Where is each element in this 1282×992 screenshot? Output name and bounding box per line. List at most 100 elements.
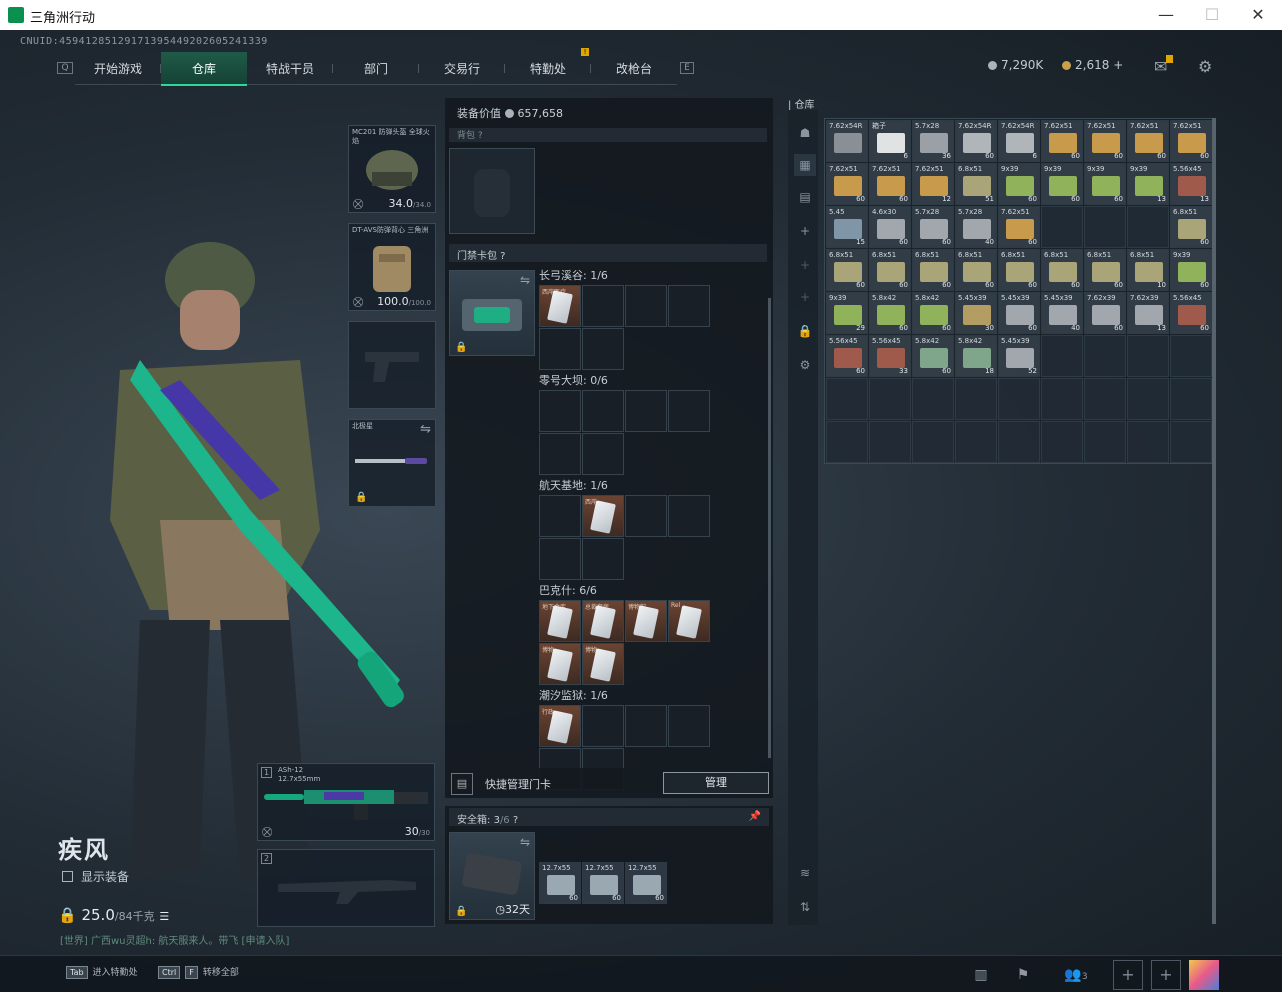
primary-weapon-slot[interactable]: ASh-12 12.7x55mm 1 ⛒ 30/30 [257, 763, 435, 841]
inventory-item[interactable]: 5.45 15 [826, 206, 868, 248]
inventory-item[interactable]: 7.62x39 60 [1084, 292, 1126, 334]
inventory-empty-cell[interactable] [1084, 206, 1126, 248]
add-icon[interactable]: + [794, 254, 816, 276]
inventory-empty-cell[interactable] [826, 378, 868, 420]
armor-slot[interactable]: DT-AVS防弹背心 三角洲 ⛒ 100.0/100.0 [348, 223, 436, 311]
inventory-item[interactable]: 5.45x39 60 [998, 292, 1040, 334]
squad-button[interactable]: 👥3 [1056, 962, 1096, 988]
inventory-empty-cell[interactable] [912, 378, 954, 420]
keycard-slot[interactable] [625, 390, 667, 432]
keycard-slot[interactable]: 总裁套房 [582, 600, 624, 642]
keycard-slot[interactable] [582, 433, 624, 475]
inventory-item[interactable]: 5.45x39 52 [998, 335, 1040, 377]
inventory-empty-cell[interactable] [1127, 206, 1169, 248]
keycard-slot[interactable] [539, 390, 581, 432]
inventory-empty-cell[interactable] [1084, 421, 1126, 463]
manage-button[interactable]: 管理 [663, 772, 769, 794]
gear-icon[interactable]: ⚙ [794, 354, 816, 376]
inventory-empty-cell[interactable] [998, 378, 1040, 420]
secondary-weapon-slot[interactable]: 2 [257, 849, 435, 927]
inventory-item[interactable]: 5.7x28 36 [912, 120, 954, 162]
safe-box-slot[interactable]: ⇋ 🔒 ◷32天 [449, 832, 535, 920]
keycard-slot[interactable] [582, 390, 624, 432]
close-button[interactable]: ✕ [1235, 3, 1281, 27]
inventory-empty-cell[interactable] [826, 421, 868, 463]
inventory-item[interactable]: 9x39 60 [1084, 163, 1126, 205]
inventory-empty-cell[interactable] [1127, 421, 1169, 463]
swap-icon[interactable]: ⇋ [520, 273, 530, 287]
keycard-slot[interactable] [668, 285, 710, 327]
inventory-item[interactable]: 7.62x51 12 [912, 163, 954, 205]
inventory-item[interactable]: 6.8x51 60 [1084, 249, 1126, 291]
nav-next-key[interactable]: E [677, 52, 697, 84]
inventory-item[interactable]: 7.62x51 60 [869, 163, 911, 205]
safe-item[interactable]: 12.7x55 60 [539, 862, 581, 904]
avatar[interactable] [1189, 960, 1219, 990]
inventory-item[interactable]: 6.8x51 60 [955, 249, 997, 291]
inventory-item[interactable]: 7.62x39 13 [1127, 292, 1169, 334]
inventory-empty-cell[interactable] [869, 421, 911, 463]
checkbox-icon[interactable] [62, 871, 73, 882]
melee-slot[interactable]: 北极星 ⇋ 🔒 [348, 419, 436, 507]
keycard-slot[interactable] [582, 285, 624, 327]
tab-special-ops[interactable]: 特勤处! [505, 48, 591, 85]
maximize-button[interactable]: ☐ [1189, 3, 1235, 27]
inventory-item[interactable]: 7.62x51 60 [1084, 120, 1126, 162]
mail-icon[interactable]: ✉ [1154, 55, 1173, 76]
helmet-slot[interactable]: MC201 防弹头盔 全球火焰 ⛒ 34.0/34.0 [348, 125, 436, 213]
inventory-item[interactable]: 7.62x51 60 [1127, 120, 1169, 162]
helmet-filter-icon[interactable]: ☗ [794, 122, 816, 144]
inventory-item[interactable]: 7.62x51 60 [1170, 120, 1212, 162]
stats-icon[interactable]: ▥ [966, 962, 996, 988]
inventory-item[interactable]: 6.8x51 10 [1127, 249, 1169, 291]
keycard-slot[interactable]: 西岸医疗 [539, 285, 581, 327]
safe-item[interactable]: 12.7x55 60 [625, 862, 667, 904]
inventory-item[interactable]: 5.56x45 33 [869, 335, 911, 377]
add-teammate-button[interactable]: + [1151, 960, 1181, 990]
inventory-empty-cell[interactable] [998, 421, 1040, 463]
add-icon[interactable]: + [794, 286, 816, 308]
transfer-all-button[interactable]: Ctrl F 转移全部 [158, 965, 239, 979]
keycard-slot[interactable]: 地下金库 [539, 600, 581, 642]
sort-icon[interactable]: ⇅ [794, 896, 816, 918]
inventory-empty-cell[interactable] [912, 421, 954, 463]
gear-icon[interactable]: ⚙ [1198, 57, 1212, 76]
inventory-empty-cell[interactable] [1041, 378, 1083, 420]
inventory-empty-cell[interactable] [1084, 378, 1126, 420]
inventory-item[interactable]: 5.7x28 40 [955, 206, 997, 248]
inventory-item[interactable]: 7.62x51 60 [826, 163, 868, 205]
layers-icon[interactable]: ≋ [794, 862, 816, 884]
keycard-case-slot[interactable]: ⇋ 🔒 [449, 270, 535, 356]
inventory-item[interactable]: 5.56x45 13 [1170, 163, 1212, 205]
inventory-empty-cell[interactable] [955, 421, 997, 463]
tab-start-game[interactable]: 开始游戏 [75, 52, 161, 85]
inventory-item[interactable]: 5.7x28 60 [912, 206, 954, 248]
keycard-slot[interactable]: 西岸 [582, 495, 624, 537]
minimize-button[interactable]: — [1143, 3, 1189, 27]
inventory-empty-cell[interactable] [869, 378, 911, 420]
tab-gunsmith[interactable]: 改枪台 [591, 52, 677, 85]
inventory-empty-cell[interactable] [1170, 421, 1212, 463]
inventory-item[interactable]: 7.62x51 60 [1041, 120, 1083, 162]
keycard-slot[interactable]: 博物 [582, 643, 624, 685]
enter-special-ops-button[interactable]: Tab 进入特勤处 [66, 965, 138, 979]
pistol-slot[interactable] [348, 321, 436, 409]
inventory-item[interactable]: 5.45x39 30 [955, 292, 997, 334]
inventory-item[interactable]: 5.8x42 60 [912, 292, 954, 334]
world-chat-line[interactable]: [世界] 广西wu灵超h: 航天服来人。带飞 [申请入队] [60, 932, 289, 947]
inventory-item[interactable]: 9x39 60 [998, 163, 1040, 205]
inventory-empty-cell[interactable] [955, 378, 997, 420]
tab-operators[interactable]: 特战干员 [247, 52, 333, 85]
swap-icon[interactable]: ⇋ [520, 835, 530, 849]
inventory-empty-cell[interactable] [1170, 378, 1212, 420]
inventory-item[interactable]: 5.56x45 60 [826, 335, 868, 377]
keycard-slot[interactable] [668, 705, 710, 747]
pin-icon[interactable]: 📌 [749, 811, 761, 822]
inventory-item[interactable]: 6.8x51 60 [1041, 249, 1083, 291]
inventory-empty-cell[interactable] [1127, 335, 1169, 377]
inventory-item[interactable]: 7.62x54R [826, 120, 868, 162]
inventory-item[interactable]: 5.8x42 18 [955, 335, 997, 377]
inventory-item[interactable]: 箱子 6 [869, 120, 911, 162]
keycard-slot[interactable] [668, 390, 710, 432]
inventory-item[interactable]: 9x39 29 [826, 292, 868, 334]
